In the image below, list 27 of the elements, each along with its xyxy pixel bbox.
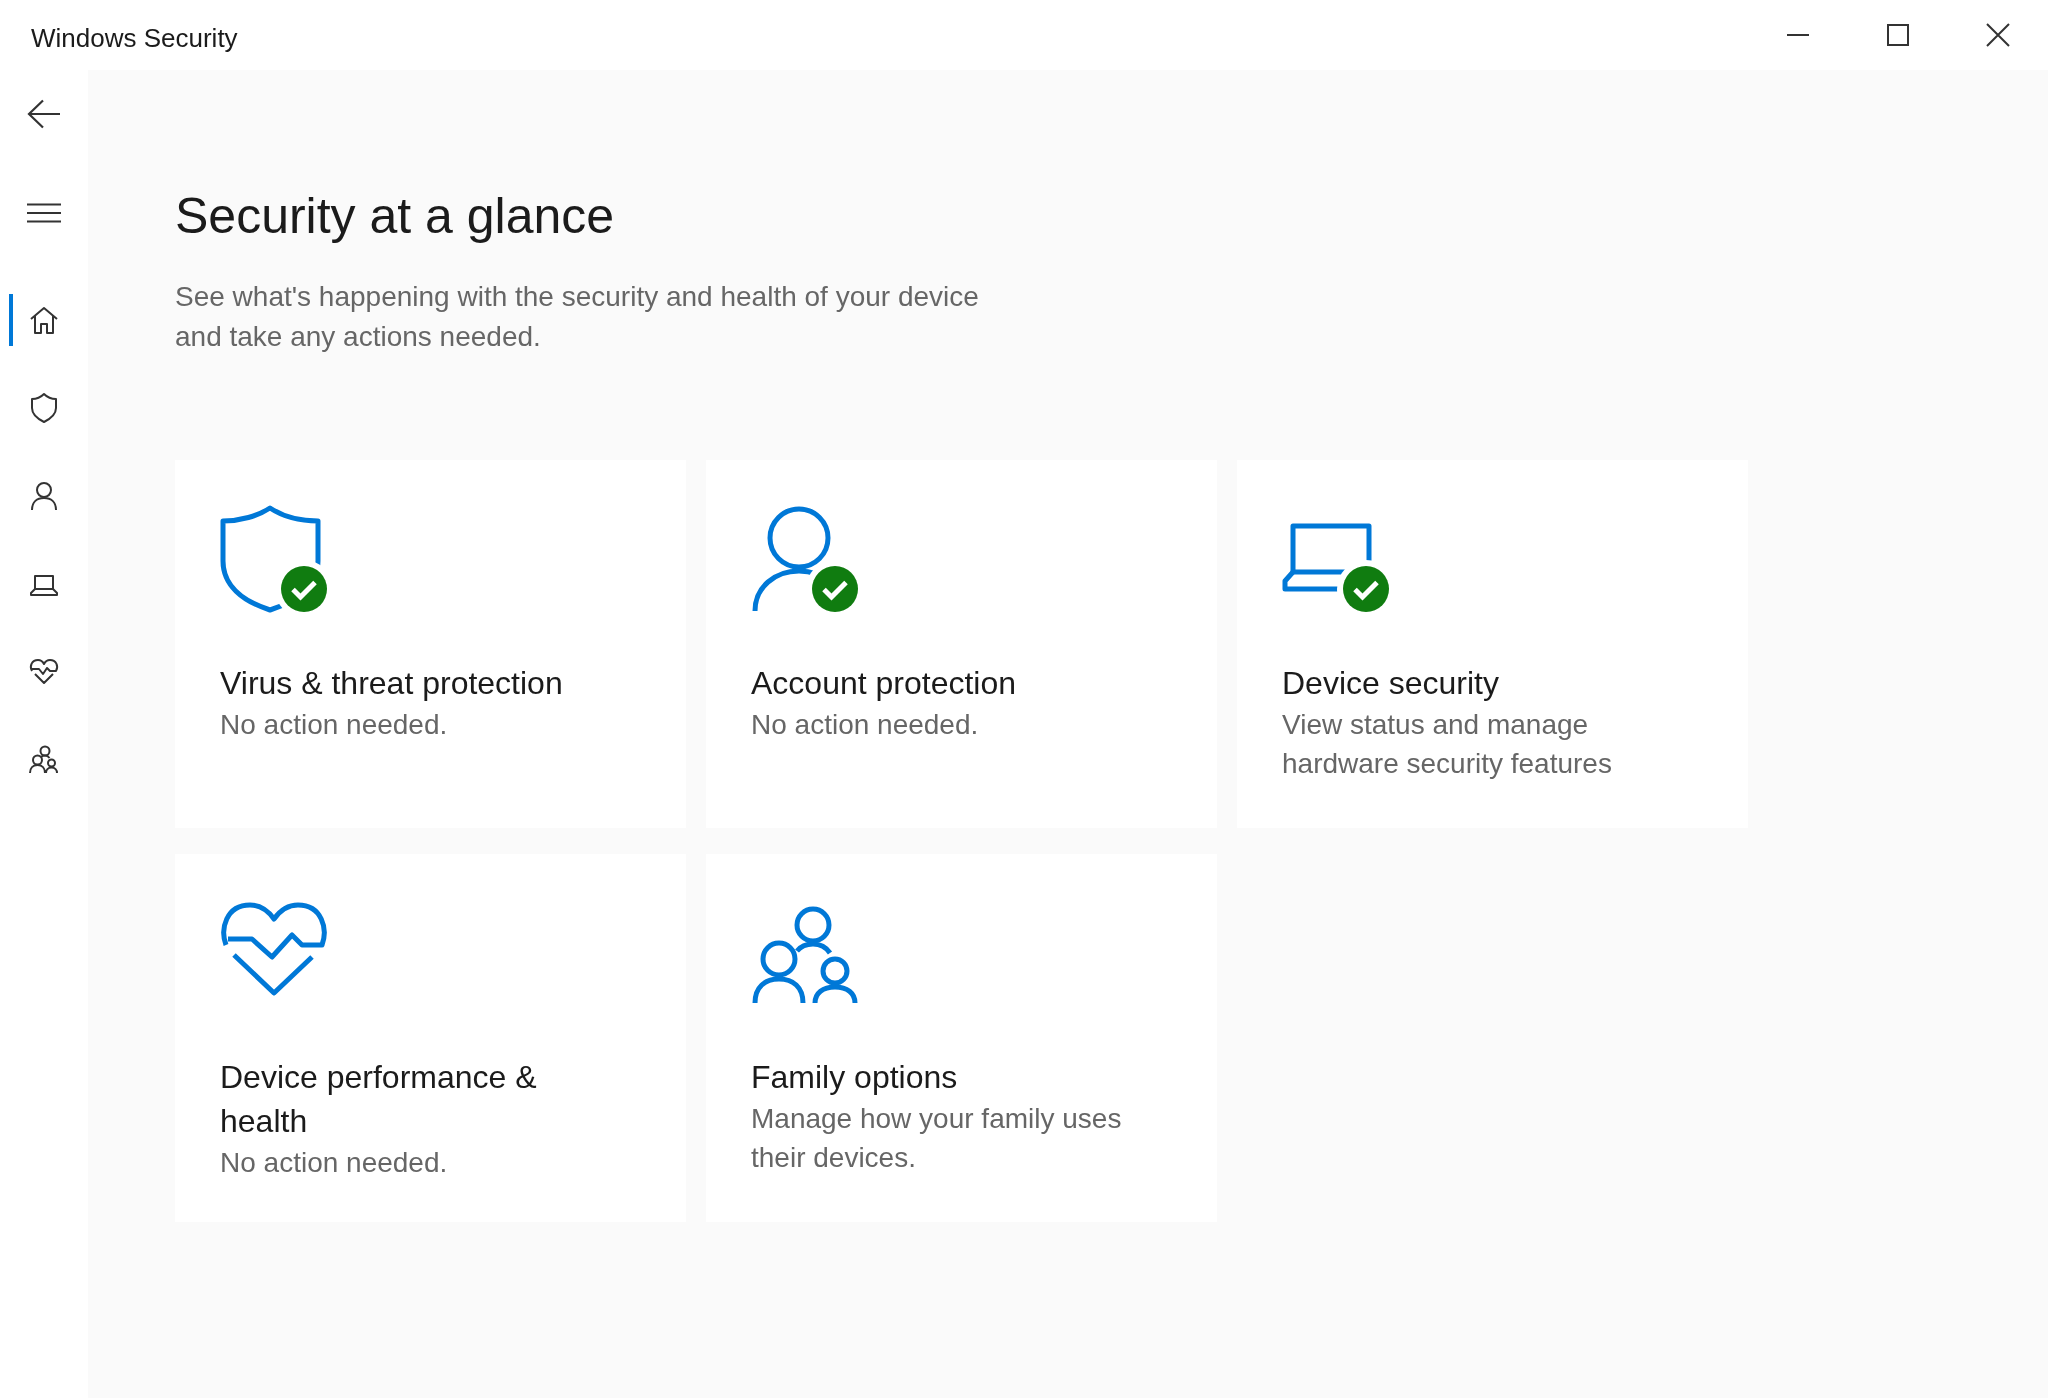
- section-subtitle: No action needed.: [751, 708, 980, 742]
- section-subtitle: No action needed.: [220, 708, 449, 742]
- page-description: See what's happening with the security and health of your device and take any actions needed.: [175, 280, 980, 354]
- section-title: Device performance & health: [220, 1058, 538, 1141]
- people-icon: [28, 744, 60, 776]
- shield-icon: [28, 392, 60, 424]
- home-icon: [28, 304, 60, 336]
- section-title: Virus & threat protection: [220, 664, 564, 703]
- close-icon: [1986, 23, 2010, 47]
- section-subtitle: Manage how your family uses their devices.: [751, 1102, 1123, 1175]
- section-title: Device security: [1282, 664, 1500, 703]
- page-heading: Security at a glance: [175, 187, 616, 246]
- section-subtitle: No action needed.: [220, 1146, 449, 1180]
- section-title: Account protection: [751, 664, 1018, 703]
- section-card[interactable]: Device performance & health No action needed.: [175, 854, 686, 1222]
- section-card[interactable]: Device security View status and manage hardware security features: [1237, 460, 1748, 828]
- section-card[interactable]: Family options Manage how your family uses their devices.: [706, 854, 1217, 1222]
- section-card[interactable]: Account protection No action needed.: [706, 460, 1217, 828]
- minimize-icon: [1787, 34, 1809, 36]
- maximize-icon: [1887, 24, 1909, 46]
- menu-icon: [27, 203, 61, 223]
- person-icon: [28, 480, 60, 512]
- section-subtitle: View status and manage hardware security features: [1282, 708, 1613, 781]
- back-icon: [27, 99, 61, 129]
- window-title: Windows Security: [30, 22, 238, 53]
- section-card[interactable]: Virus & threat protection No action needed.: [175, 460, 686, 828]
- section-title: Family options: [751, 1058, 959, 1097]
